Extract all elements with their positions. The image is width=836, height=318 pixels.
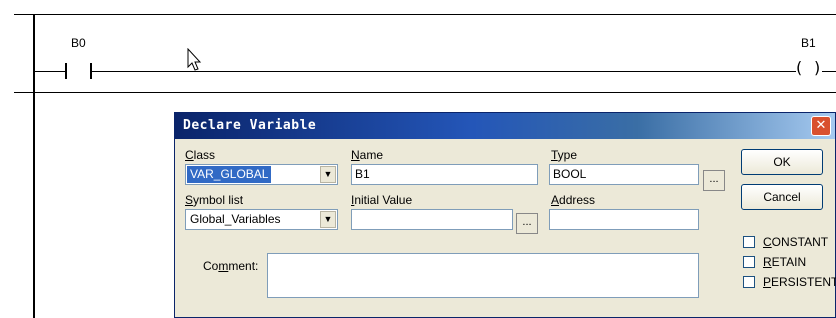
- declare-variable-dialog: Declare Variable ✕ Class VAR_GLOBAL ▼ Na…: [174, 112, 836, 318]
- dialog-title: Declare Variable: [183, 118, 317, 133]
- persistent-label: PERSISTENT: [763, 275, 836, 289]
- persistent-checkbox[interactable]: [743, 276, 755, 288]
- coil-variable-label[interactable]: B1: [801, 36, 816, 50]
- contact-variable-label[interactable]: B0: [71, 36, 86, 50]
- type-label: Type: [551, 148, 578, 162]
- initial-value-browse-button[interactable]: ...: [516, 213, 538, 234]
- chevron-down-icon[interactable]: ▼: [320, 166, 336, 183]
- symbol-list-label: Symbol list: [185, 193, 244, 207]
- symbol-list-select[interactable]: Global_Variables ▼: [185, 209, 338, 230]
- close-icon[interactable]: ✕: [811, 116, 831, 136]
- comment-field[interactable]: [267, 253, 699, 298]
- retain-checkbox-row[interactable]: RETAIN: [743, 254, 806, 270]
- address-label: Address: [551, 193, 596, 207]
- name-field[interactable]: B1: [351, 164, 538, 185]
- editor-top-border: [14, 14, 836, 15]
- persistent-checkbox-row[interactable]: PERSISTENT: [743, 274, 836, 290]
- left-power-rail: [33, 14, 35, 318]
- class-select-value: VAR_GLOBAL: [187, 166, 272, 183]
- symbol-list-value: Global_Variables: [190, 212, 281, 226]
- constant-checkbox-row[interactable]: CONSTANT: [743, 234, 828, 250]
- retain-label: RETAIN: [763, 255, 807, 269]
- rung-wire-left: [35, 71, 65, 72]
- class-label: Class: [185, 148, 216, 162]
- class-select[interactable]: VAR_GLOBAL ▼: [185, 164, 338, 185]
- ok-button[interactable]: OK: [741, 149, 823, 175]
- address-field[interactable]: [549, 209, 699, 230]
- constant-label: CONSTANT: [763, 235, 829, 249]
- contact-right-bar[interactable]: [90, 63, 92, 79]
- chevron-down-icon[interactable]: ▼: [320, 211, 336, 228]
- initial-value-label: Initial Value: [351, 193, 413, 207]
- name-label: Name: [351, 148, 384, 162]
- dialog-titlebar[interactable]: Declare Variable ✕: [175, 113, 835, 139]
- cancel-button[interactable]: Cancel: [741, 184, 823, 210]
- constant-checkbox[interactable]: [743, 236, 755, 248]
- initial-value-field[interactable]: [351, 209, 513, 230]
- type-browse-button[interactable]: ...: [703, 170, 725, 191]
- type-field[interactable]: BOOL: [549, 164, 699, 185]
- mouse-pointer-icon: [187, 48, 202, 71]
- rung-wire-right: [822, 71, 836, 72]
- coil-left-paren[interactable]: (: [796, 58, 802, 78]
- coil-right-paren[interactable]: ): [814, 58, 820, 78]
- comment-label: Comment:: [203, 259, 259, 273]
- contact-left-bar[interactable]: [65, 63, 67, 79]
- retain-checkbox[interactable]: [743, 256, 755, 268]
- rung-separator: [14, 92, 836, 93]
